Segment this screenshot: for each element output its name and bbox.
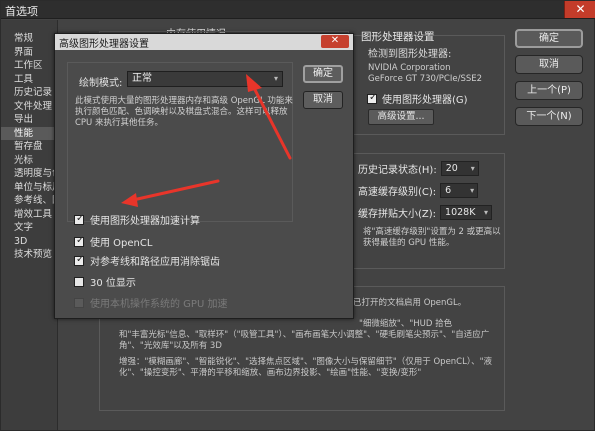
tile-size-select[interactable]: 1028K ▾ — [440, 205, 493, 220]
preferences-sidebar: 常规界面工作区工具历史记录文件处理导出性能暂存盘光标透明度与色域单位与标尺参考线… — [1, 20, 58, 430]
dialog-option-checkbox[interactable] — [74, 213, 84, 225]
tile-size-label: 缓存拼贴大小(Z): — [358, 209, 437, 220]
sidebar-item[interactable]: 性能 — [1, 126, 58, 140]
dialog-ok-button[interactable]: 确定 — [303, 65, 343, 83]
sidebar-item[interactable]: 界面 — [1, 46, 58, 59]
gpu-model: GeForce GT 730/PCIe/SSE2 — [368, 74, 483, 84]
advanced-gpu-dialog: 高级图形处理器设置 ✕ 绘制模式: 正常 ▾ 确定 取消 此模式使用大量的图形处… — [54, 33, 354, 319]
dialog-option-row: 使用本机操作系统的 GPU 加速 — [74, 295, 227, 310]
next-button[interactable]: 下一个(N) — [515, 107, 583, 126]
sidebar-item[interactable]: 历史记录 — [1, 86, 58, 99]
dialog-option-label: 对参考线和路径应用消除锯齿 — [90, 257, 220, 268]
dialog-option-checkbox[interactable] — [74, 276, 84, 287]
sidebar-item[interactable]: 3D — [1, 235, 58, 248]
sidebar-item[interactable]: 参考线、网格 — [1, 194, 58, 207]
dialog-option-label: 30 位显示 — [90, 278, 136, 289]
draw-mode-description: 此模式使用大量的图形处理器内存和高级 OpenGL 功能来执行颜色匹配、色调映射… — [75, 96, 293, 128]
cache-levels-label: 高速缓存级别(C): — [358, 187, 437, 198]
tile-size-value: 1028K — [445, 207, 476, 218]
sidebar-item[interactable]: 暂存盘 — [1, 140, 58, 153]
history-states-row: 历史记录状态(H): 20 ▾ — [358, 161, 479, 176]
cache-hint-text: 将"高速缓存级别"设置为 2 或更高以获得最佳的 GPU 性能。 — [363, 227, 501, 248]
dialog-option-label: 使用本机操作系统的 GPU 加速 — [90, 299, 228, 310]
dialog-option-label: 使用 OpenCL — [90, 238, 153, 249]
cache-levels-value: 6 — [445, 185, 452, 196]
advanced-settings-button[interactable]: 高级设置... — [368, 109, 434, 125]
sidebar-item[interactable]: 光标 — [1, 154, 58, 167]
dialog-option-row[interactable]: 对参考线和路径应用消除锯齿 — [74, 253, 220, 268]
dialog-option-row[interactable]: 30 位显示 — [74, 274, 136, 289]
preferences-titlebar: 首选项 ✕ — [1, 1, 595, 19]
dialog-titlebar: 高级图形处理器设置 ✕ — [55, 34, 353, 50]
description-line3: 增强："模糊画廊"、"智能锐化"、"选择焦点区域"、"图像大小与保留细节"（仅用… — [119, 357, 493, 378]
sidebar-item[interactable]: 文字 — [1, 221, 58, 234]
history-states-value: 20 — [445, 163, 458, 174]
sidebar-item[interactable]: 工具 — [1, 73, 58, 86]
gpu-detect-label: 检测到图形处理器: — [368, 49, 452, 60]
use-gpu-checkbox-row[interactable]: 使用图形处理器(G) — [367, 91, 468, 106]
sidebar-item[interactable]: 导出 — [1, 113, 58, 126]
description-partial: "细微缩放"、"HUD 拾色 — [359, 319, 453, 329]
chevron-down-icon: ▾ — [484, 208, 489, 217]
ok-button[interactable]: 确定 — [515, 29, 583, 48]
history-states-label: 历史记录状态(H): — [358, 165, 437, 176]
cache-levels-select[interactable]: 6 ▾ — [440, 183, 479, 198]
draw-mode-value: 正常 — [132, 73, 152, 84]
use-gpu-checkbox[interactable] — [367, 92, 377, 104]
draw-mode-label: 绘制模式: — [79, 78, 123, 89]
sidebar-item[interactable]: 技术预览 — [1, 248, 58, 261]
dialog-option-checkbox — [74, 297, 84, 308]
chevron-down-icon: ▾ — [273, 74, 278, 83]
gpu-vendor: NVIDIA Corporation — [368, 63, 451, 73]
prev-button[interactable]: 上一个(P) — [515, 81, 583, 100]
tile-size-row: 缓存拼贴大小(Z): 1028K ▾ — [358, 205, 493, 220]
sidebar-item[interactable]: 文件处理 — [1, 100, 58, 113]
cancel-button[interactable]: 取消 — [515, 55, 583, 74]
sidebar-item[interactable]: 单位与标尺 — [1, 181, 58, 194]
gpu-settings-header: 图形处理器设置 — [361, 31, 435, 43]
dialog-cancel-button[interactable]: 取消 — [303, 91, 343, 109]
window-title: 首选项 — [5, 5, 38, 18]
chevron-down-icon: ▾ — [470, 186, 475, 195]
sidebar-item[interactable]: 常规 — [1, 32, 58, 45]
dialog-close-icon[interactable]: ✕ — [321, 35, 349, 48]
dialog-option-row[interactable]: 使用 OpenCL — [74, 234, 152, 249]
cache-levels-row: 高速缓存级别(C): 6 ▾ — [358, 183, 479, 198]
dialog-option-row[interactable]: 使用图形处理器加速计算 — [74, 212, 200, 227]
description-line1: 已打开的文档启用 OpenGL。 — [353, 298, 467, 308]
description-line2: 和"丰富光标"信息、"取样环"（"吸管工具"）、"画布画笔大小调整"、"硬毛刷笔… — [119, 330, 490, 351]
sidebar-item[interactable]: 工作区 — [1, 59, 58, 72]
chevron-down-icon: ▾ — [470, 164, 475, 173]
dialog-title: 高级图形处理器设置 — [59, 39, 149, 50]
sidebar-item[interactable]: 增效工具 — [1, 208, 58, 221]
dialog-option-checkbox[interactable] — [74, 254, 84, 266]
window-close-icon[interactable]: ✕ — [564, 1, 595, 18]
dialog-option-label: 使用图形处理器加速计算 — [90, 216, 200, 227]
draw-mode-select[interactable]: 正常 ▾ — [127, 71, 283, 87]
use-gpu-label: 使用图形处理器(G) — [382, 95, 468, 106]
dialog-option-checkbox[interactable] — [74, 235, 84, 247]
gpu-name: NVIDIA Corporation GeForce GT 730/PCIe/S… — [368, 63, 482, 85]
sidebar-item[interactable]: 透明度与色域 — [1, 167, 58, 180]
history-states-select[interactable]: 20 ▾ — [440, 161, 479, 176]
